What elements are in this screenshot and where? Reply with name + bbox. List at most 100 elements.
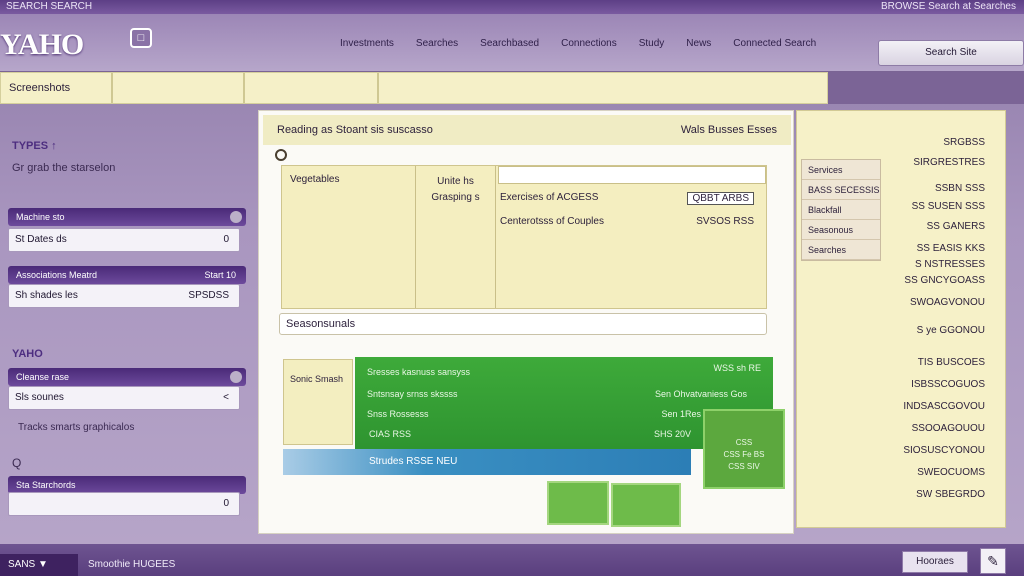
field-label: Sls sounes [15,392,64,403]
main-header-title: Reading as Stoant sis suscasso [277,124,433,136]
field-value: SPSDSS [188,290,229,301]
summary-col-2-line1: Unite hs [437,176,474,187]
tab-2[interactable] [113,73,245,103]
table-row[interactable]: BASS SECESSIS [802,180,880,200]
logo-box-icon[interactable]: □ [130,28,152,48]
toggle-knob-icon[interactable] [230,211,242,223]
main-header: Reading as Stoant sis suscasso Wals Buss… [263,115,791,145]
left-card[interactable]: Sonic Smash [283,359,353,445]
section-bar-label: Sta Starchords [16,480,76,490]
summary-col-2: Unite hs Grasping s [416,166,496,308]
bottom-dropdown[interactable]: SANS ▼ [0,554,78,576]
bottom-status-text: Smoothie HUGEES [88,559,176,570]
nav-item-0[interactable]: Investments [340,38,394,49]
list-item[interactable]: SWEOCUOMS [917,467,985,478]
sidebar-section-bar-1[interactable]: Machine sto [8,208,246,226]
sidebar-heading: TYPES ↑ [12,140,57,152]
green-card-line: CSS [735,438,753,447]
top-nav: Investments Searches Searchbased Connect… [340,38,816,49]
list-item[interactable]: SS SUSEN SSS [912,201,985,212]
main-panel: Reading as Stoant sis suscasso Wals Buss… [258,110,794,534]
toggle-knob-icon[interactable] [230,371,242,383]
green-r4-left: CIAS RSS [369,429,412,439]
list-item[interactable]: SS EASIS KKS [917,243,985,254]
sidebar-link[interactable]: Tracks smarts graphicalos [18,422,134,433]
list-item[interactable]: TIS BUSCOES [918,357,985,368]
radio-icon[interactable] [275,149,287,161]
nav-item-4[interactable]: Study [639,38,665,49]
list-item[interactable]: INDSASCGOVOU [903,401,985,412]
list-item[interactable]: SIRGRESTRES [913,157,985,168]
green-r1-left: Sresses kasnuss sansyss [367,367,471,377]
list-item[interactable]: SIOSUSCYONOU [903,445,985,456]
section-bar-value: Start 10 [204,270,236,280]
green-r2-left: Sntsnsay srnss skssss [367,389,458,399]
list-item[interactable]: S NSTRESSES [915,259,985,270]
green-r1-right: WSS sh RE [713,363,761,373]
list-item[interactable]: SSBN SSS [935,183,985,194]
sidebar-field-4[interactable]: 0 [8,492,240,516]
note-input[interactable]: Seasonsunals [279,313,767,335]
green-r3-right: Sen 1Res [661,409,701,419]
sidebar-heading-2: YAHO [12,348,43,360]
tab-bar: Screenshots [0,72,828,104]
main-header-right[interactable]: Wals Busses Esses [681,115,777,145]
green-r4-right: SHS 20V [653,429,691,439]
header: YAHO □ Investments Searches Searchbased … [0,14,1024,72]
field-value: 0 [223,498,229,509]
field-value: 0 [223,234,229,245]
nav-item-5[interactable]: News [686,38,711,49]
sidebar-section-bar-2[interactable]: Associations Meatrd Start 10 [8,266,246,284]
nav-item-6[interactable]: Connected Search [733,38,816,49]
row-value-button[interactable]: QBBT ARBS [687,192,754,205]
table-row[interactable]: Services [802,160,880,180]
section-bar-label: Cleanse rase [16,372,70,382]
table-row[interactable]: Seasonous [802,220,880,240]
list-item[interactable]: SWOAGVONOU [910,297,985,308]
tab-3[interactable] [245,73,379,103]
list-item[interactable]: SS GANERS [927,221,985,232]
sidebar-subtitle: Gr grab the starselon [12,162,116,174]
row-label: Centerotsss of Couples [500,216,604,227]
summary-col-2-line2: Grasping s [431,192,480,203]
summary-input[interactable] [498,166,766,184]
green-card-line: CSS Fe BS [723,450,765,459]
top-strip-right[interactable]: BROWSE Search at Searches [881,0,1016,14]
green-card[interactable]: CSS CSS Fe BS CSS SIV [703,409,785,489]
sidebar-field-1[interactable]: St Dates ds 0 [8,228,240,252]
thumbnail[interactable] [611,483,681,527]
right-table: Services BASS SECESSIS Blackfall Seasono… [801,159,881,261]
bottom-action-button[interactable]: Hooraes [902,551,968,573]
nav-item-3[interactable]: Connections [561,38,617,49]
sidebar-field-2[interactable]: Sh shades les SPSDSS [8,284,240,308]
list-item[interactable]: SRGBSS [943,137,985,148]
field-value: < [223,392,229,403]
top-strip: SEARCH SEARCH BROWSE Search at Searches [0,0,1024,14]
logo[interactable]: YAHO [0,28,84,62]
list-item[interactable]: SS GNCYGOASS [904,275,985,286]
list-item[interactable]: S ye GGONOU [917,325,985,336]
nav-item-2[interactable]: Searchbased [480,38,539,49]
sidebar-field-3[interactable]: Sls sounes < [8,386,240,410]
table-row[interactable]: Searches [802,240,880,260]
list-item[interactable]: SSOOAGOUOU [912,423,985,434]
sidebar-section-bar-3[interactable]: Cleanse rase [8,368,246,386]
search-site-button[interactable]: Search Site [878,40,1024,66]
green-r3-left: Snss Rossesss [367,409,429,419]
row-label: Exercises of ACGESS [500,192,599,203]
nav-item-1[interactable]: Searches [416,38,458,49]
list-item[interactable]: SW SBEGRDO [916,489,985,500]
list-item[interactable]: ISBSSCOGUOS [911,379,985,390]
tab-4[interactable] [379,73,827,103]
table-row[interactable]: Blackfall [802,200,880,220]
left-card-text: Sonic Smash [290,374,344,384]
thumbnail[interactable] [547,481,609,525]
blue-status-bar[interactable]: Strudes RSSE NEU [283,449,691,475]
field-label: St Dates ds [15,234,67,245]
tab-screenshots[interactable]: Screenshots [1,73,113,103]
right-panel: Services BASS SECESSIS Blackfall Seasono… [796,110,1006,528]
search-icon[interactable]: Q [12,456,21,470]
top-strip-left: SEARCH SEARCH [6,1,93,12]
green-card-line: CSS SIV [728,462,760,471]
edit-icon[interactable]: ✎ [980,548,1006,574]
